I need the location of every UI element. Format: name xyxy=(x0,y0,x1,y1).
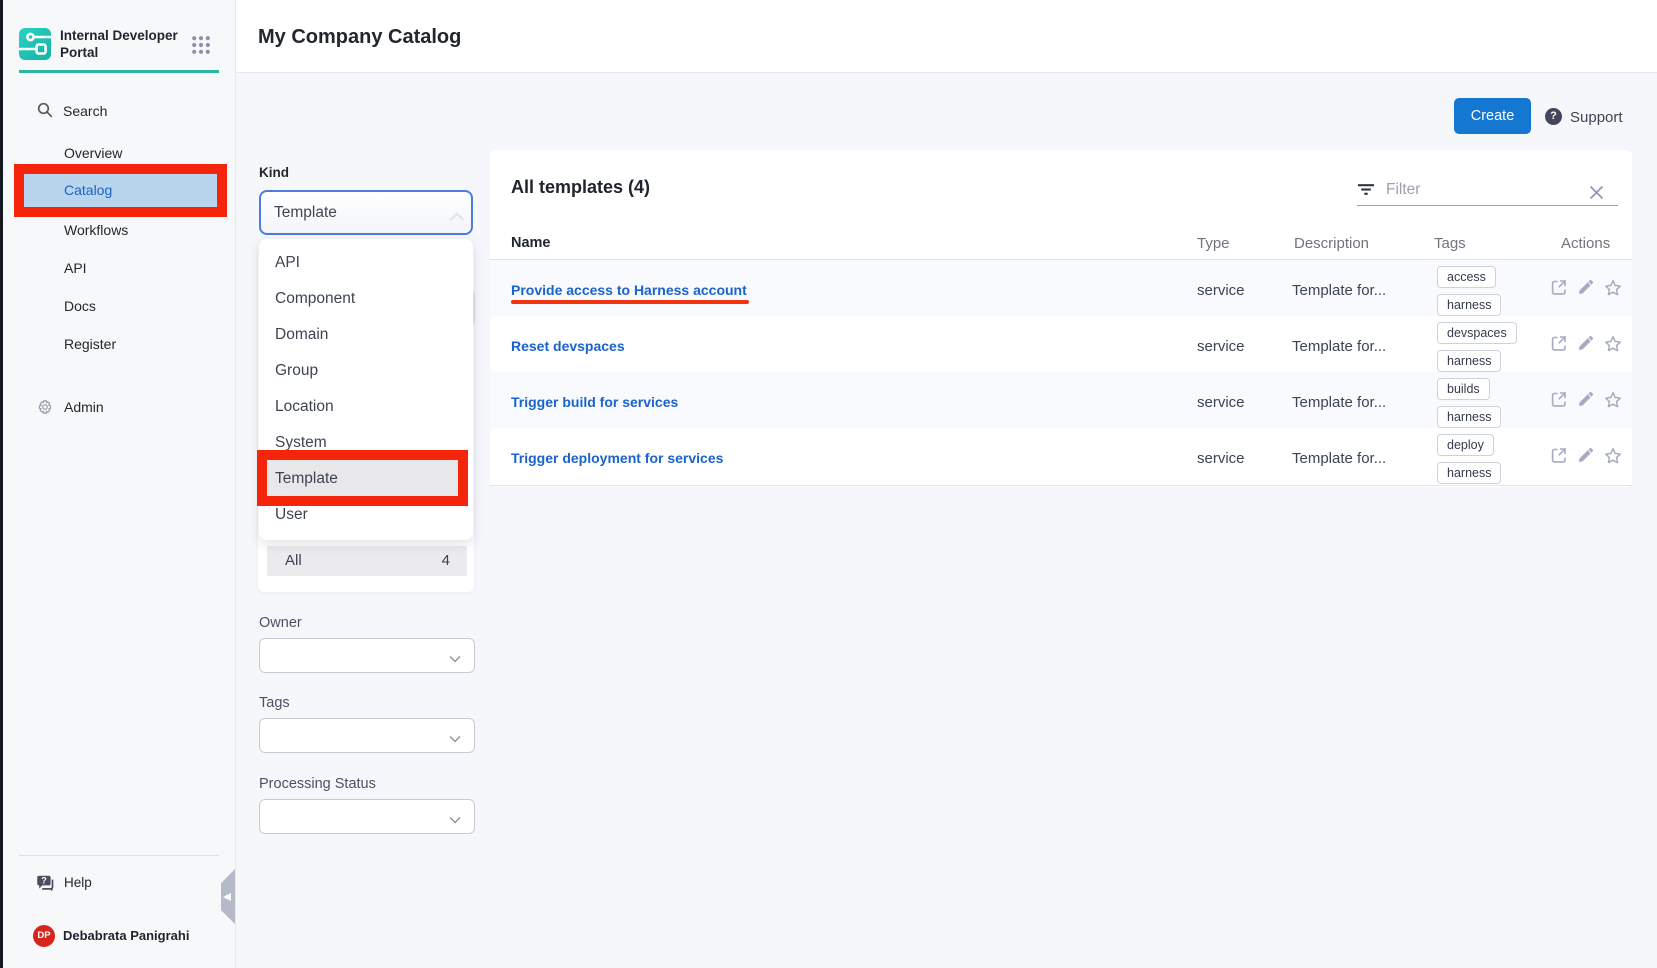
svg-text:?: ? xyxy=(41,875,47,885)
